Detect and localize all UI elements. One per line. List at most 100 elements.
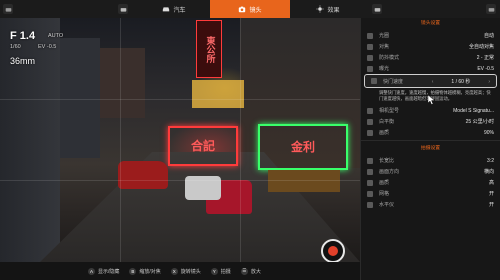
setting-row[interactable]: 光圈 自动 — [361, 30, 500, 41]
setting-row[interactable]: 画面方向 横向 — [361, 166, 500, 177]
setting-label: 画面方向 — [379, 169, 400, 175]
controller-hints-bar: A 显示/隐藏 B 缩放/对焦 X 旋转镜头 Y 拍摄 ☰ 放大 — [0, 262, 360, 280]
setting-label: 快门速度 — [383, 78, 404, 85]
setting-row[interactable]: 对焦 全自动对焦 — [361, 41, 500, 52]
setting-row[interactable]: 曝光 EV -0.5 — [361, 63, 500, 74]
grid-line — [0, 180, 360, 181]
hint-label: 旋转镜头 — [180, 268, 201, 275]
setting-label: 水平仪 — [379, 202, 395, 208]
camera-icon-right — [486, 4, 496, 14]
camera-viewfinder[interactable]: 東公所 合記 金利 F 1.4 AUTO 1/60 EV -0.5 36mm 拍… — [0, 18, 360, 262]
grid-icon — [367, 190, 373, 197]
setting-row-shutter-speed[interactable]: 快门速度 1 / 60 秒 — [364, 74, 497, 88]
setting-value: 2 - 正常 — [476, 55, 494, 61]
yellow-sign — [192, 80, 244, 108]
grid-line — [120, 18, 121, 262]
white-balance-icon — [367, 118, 373, 125]
hint-capture[interactable]: Y 拍摄 — [210, 267, 231, 275]
focus-icon — [367, 43, 373, 50]
button-x-icon: X — [170, 267, 178, 275]
hint-label: 显示/隐藏 — [98, 268, 120, 275]
setting-row[interactable]: 长宽比 3:2 — [361, 155, 500, 166]
iso-mode-readout: AUTO — [48, 33, 64, 39]
aperture-icon — [367, 32, 373, 39]
setting-label: 长宽比 — [379, 158, 395, 164]
setting-row[interactable]: 相机型号 Model S Signatu... — [361, 105, 500, 116]
setting-label: 光圈 — [379, 33, 390, 39]
setting-value: 高 — [488, 180, 494, 186]
sun-icon — [316, 5, 325, 13]
ev-readout: EV -0.5 — [38, 44, 57, 50]
neon-sign-red-text: 合記 — [190, 139, 215, 153]
setting-value: EV -0.5 — [477, 65, 494, 72]
aperture-readout: F 1.4 — [10, 30, 36, 42]
setting-label: 对焦 — [379, 44, 390, 50]
button-y-icon: Y — [210, 267, 218, 275]
setting-value: Model S Signatu... — [453, 107, 494, 114]
tab-car-label: 汽车 — [173, 7, 186, 14]
setting-value: 90% — [483, 129, 494, 136]
setting-row[interactable]: 画质 高 — [361, 177, 500, 188]
setting-label: 相机型号 — [379, 108, 400, 114]
exposure-icon — [367, 65, 373, 72]
grid-line — [240, 18, 241, 262]
tab-effects[interactable]: 效果 — [292, 0, 364, 18]
setting-row[interactable]: 防抖模式 2 - 正常 — [361, 52, 500, 63]
building-left-2 — [60, 38, 100, 158]
focal-length-readout: 36mm — [10, 56, 36, 66]
setting-value: 开 — [488, 202, 494, 208]
setting-value: 全自动对焦 — [468, 44, 494, 50]
camera-icon — [239, 6, 246, 13]
setting-value: 自动 — [483, 33, 494, 39]
right-bumper-icon[interactable] — [372, 4, 382, 14]
menu-button-icon: ☰ — [240, 267, 248, 275]
shop-sign — [268, 170, 340, 192]
stabilizer-icon — [367, 54, 373, 61]
section-title-lens: 镜头设置 — [420, 21, 441, 26]
setting-label: 画质 — [379, 180, 390, 186]
hint-label: 放大 — [250, 268, 261, 275]
hint-label: 拍摄 — [220, 268, 231, 275]
grid-line — [0, 99, 360, 100]
building-mid — [100, 48, 145, 118]
mouse-cursor-icon — [428, 95, 436, 105]
top-tab-bar: 汽车 镜头 效果 — [0, 0, 500, 19]
aspect-ratio-icon — [367, 157, 373, 164]
neon-sign-green: 金利 — [258, 124, 348, 170]
building-left — [0, 18, 60, 262]
shutter-icon — [371, 78, 377, 84]
setting-row[interactable]: 白平衡 25 公里/小时 — [361, 116, 500, 127]
left-bumper-icon[interactable] — [118, 4, 128, 14]
setting-label: 网格 — [379, 191, 390, 197]
setting-label: 白平衡 — [379, 119, 395, 125]
setting-row[interactable]: 画质 90% — [361, 127, 500, 138]
setting-label: 曝光 — [379, 66, 390, 72]
tab-camera[interactable]: 镜头 — [210, 0, 290, 18]
neon-sign-green-text: 金利 — [290, 140, 315, 154]
hint-zoom[interactable]: ☰ 放大 — [240, 267, 261, 275]
hint-toggle-ui[interactable]: A 显示/隐藏 — [88, 267, 120, 275]
level-icon — [367, 201, 373, 208]
neon-sign-red: 合記 — [168, 126, 238, 166]
setting-value: 25 公里/小时 — [465, 119, 494, 125]
setting-row[interactable]: 水平仪 开 — [361, 199, 500, 210]
hint-label: 缩放/对焦 — [139, 268, 161, 275]
setting-value: 3:2 — [487, 157, 494, 164]
hint-rotate[interactable]: X 旋转镜头 — [170, 267, 201, 275]
divider — [361, 140, 500, 141]
car-icon — [163, 7, 170, 12]
shutter-readout: 1/60 — [10, 44, 21, 50]
settings-panel: 镜头设置 光圈 自动 对焦 全自动对焦 防抖模式 2 - 正常 曝光 EV -0.5 快… — [360, 18, 500, 280]
setting-row[interactable]: 网格 开 — [361, 188, 500, 199]
shutter-button[interactable] — [321, 239, 345, 262]
hint-zoom-focus[interactable]: B 缩放/对焦 — [129, 267, 161, 275]
red-taxi — [118, 161, 168, 189]
quality-icon — [367, 129, 373, 136]
setting-label: 防抖模式 — [379, 55, 400, 61]
section-title-capture: 拍摄设置 — [420, 146, 441, 151]
image-quality-icon — [367, 179, 373, 186]
tab-car[interactable]: 汽车 — [140, 0, 208, 18]
button-b-icon: B — [129, 267, 137, 275]
setting-value: 横向 — [483, 169, 494, 175]
camera-model-icon — [367, 107, 373, 114]
